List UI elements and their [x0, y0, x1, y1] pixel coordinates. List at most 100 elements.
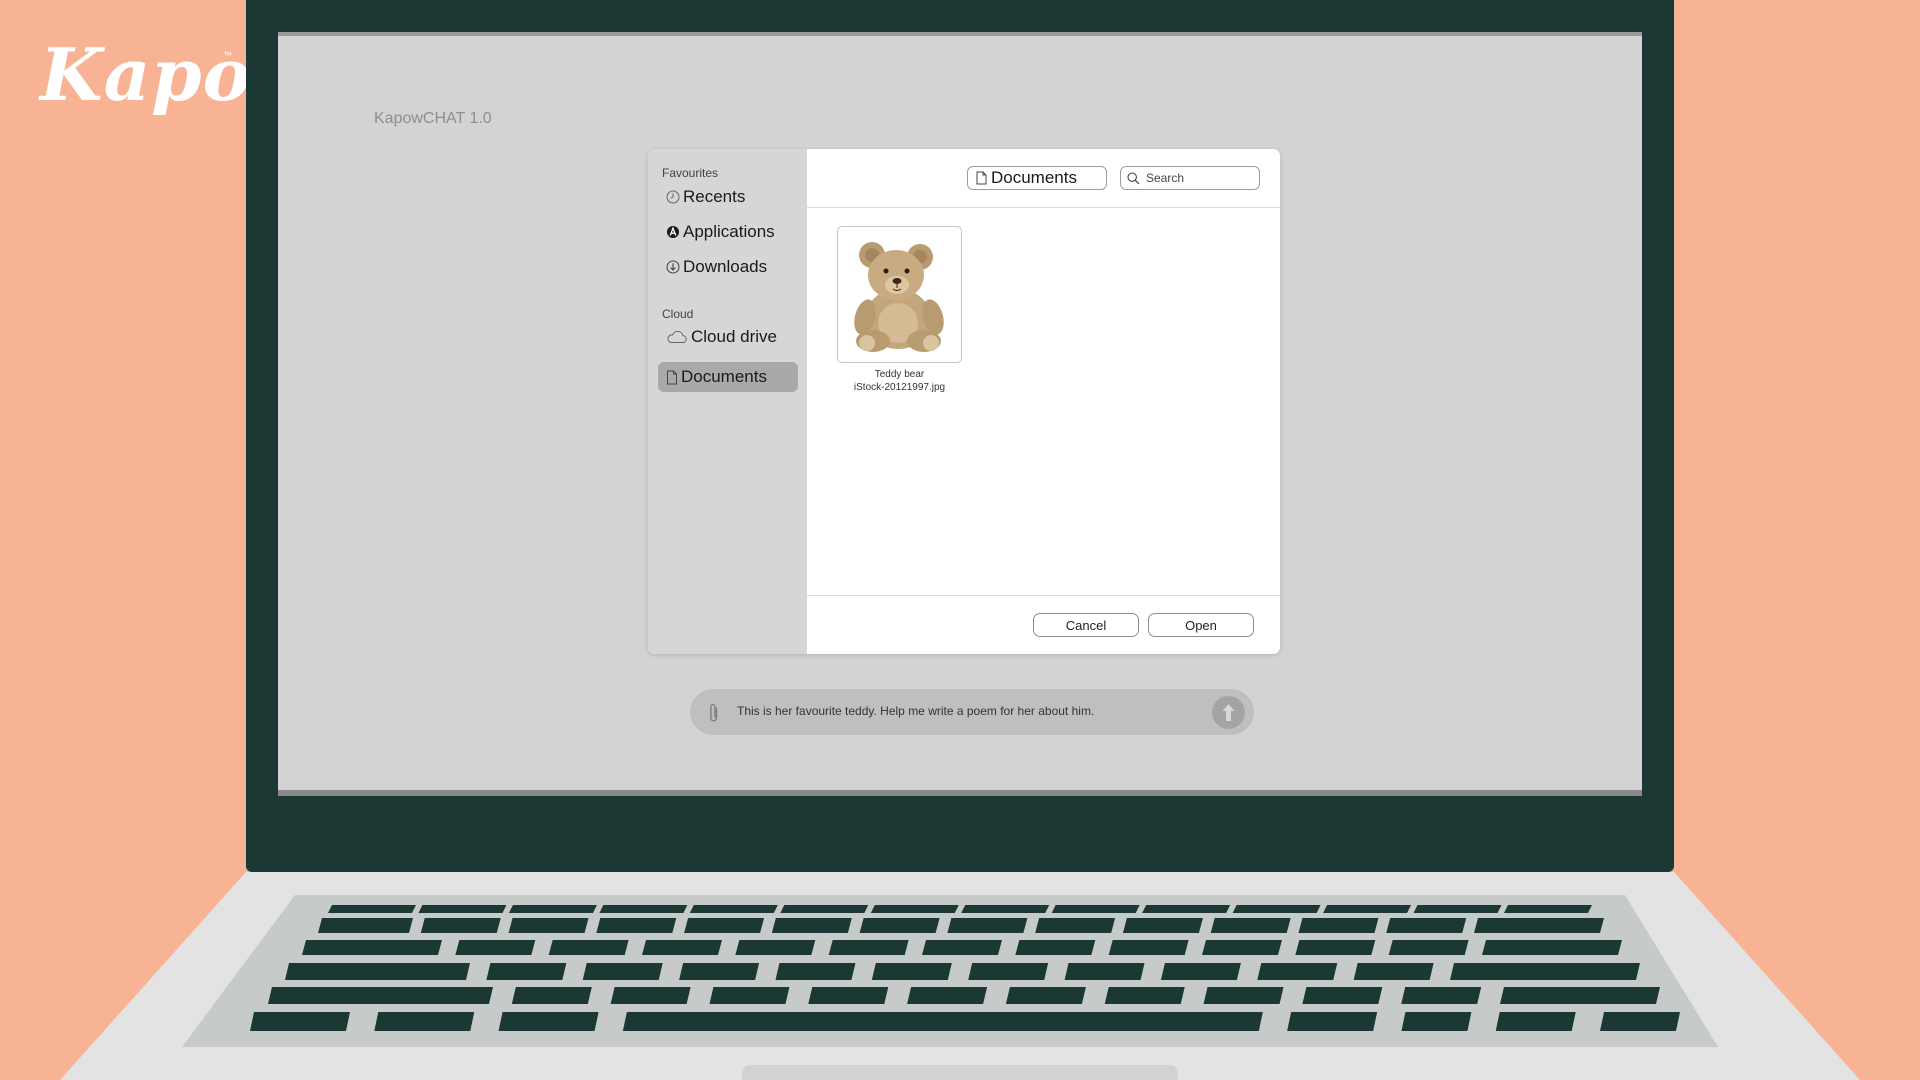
- keyboard-key: [508, 918, 589, 933]
- keyboard-key: [328, 905, 416, 913]
- keyboard-key: [1287, 1012, 1378, 1031]
- keyboard-key: [1401, 987, 1482, 1004]
- open-button[interactable]: Open: [1148, 613, 1254, 637]
- document-icon: [666, 370, 678, 385]
- keyboard-key: [1160, 963, 1241, 980]
- sidebar-item-label: Downloads: [683, 257, 768, 276]
- keyboard-key: [679, 963, 760, 980]
- file-item-teddy-bear[interactable]: Teddy bear iStock-20121997.jpg: [837, 226, 962, 394]
- file-name-line-1: Teddy bear: [874, 369, 925, 380]
- keyboard-key: [1064, 963, 1145, 980]
- keyboard-key: [285, 963, 470, 980]
- arrow-up-icon: [1222, 704, 1235, 721]
- keyboard-key: [582, 963, 663, 980]
- keyboard-key: [318, 918, 413, 933]
- keyboard-key: [610, 987, 691, 1004]
- keyboard-key: [828, 940, 909, 955]
- keyboard-key: [622, 1012, 1263, 1031]
- keyboard-key: [1450, 963, 1640, 980]
- download-icon: [666, 260, 680, 274]
- keyboard-key: [1482, 940, 1622, 955]
- keyboard-key: [511, 987, 592, 1004]
- dialog-toolbar: Documents: [807, 149, 1280, 208]
- keyboard-key: [771, 918, 852, 933]
- dialog-file-browser: Documents Search Teddy bear iStock-20121…: [807, 149, 1280, 654]
- trackpad: [742, 1065, 1178, 1080]
- keyboard-key: [599, 905, 688, 913]
- keyboard-key: [922, 940, 1002, 955]
- keyboard-key: [775, 963, 856, 980]
- keyboard-key: [1474, 918, 1604, 933]
- keyboard-key: [870, 905, 959, 913]
- cloud-icon: [666, 330, 688, 344]
- sidebar-item-label: Recents: [683, 187, 746, 206]
- keyboard-key: [1401, 1012, 1472, 1031]
- folder-path-label: Documents: [991, 168, 1077, 187]
- sidebar-section-cloud: Cloud: [662, 307, 694, 321]
- sidebar-item-documents[interactable]: Documents: [658, 362, 798, 392]
- sidebar-item-applications[interactable]: Applications: [658, 217, 798, 247]
- keyboard-key: [689, 905, 778, 913]
- keyboard-keys: [250, 905, 1680, 1031]
- keyboard-key: [1302, 987, 1383, 1004]
- search-input[interactable]: [1144, 170, 1253, 186]
- keyboard-key: [859, 918, 940, 933]
- keyboard-key: [1388, 940, 1469, 955]
- applications-icon: [666, 225, 680, 239]
- cancel-button[interactable]: Cancel: [1033, 613, 1139, 637]
- keyboard-key: [1413, 905, 1502, 913]
- laptop-screen: KapowCHAT 1.0 Favourites Recents Applica…: [278, 32, 1642, 796]
- keyboard-key: [1386, 918, 1467, 933]
- sidebar-item-label: Documents: [681, 367, 767, 386]
- sidebar-item-cloud-drive[interactable]: Cloud drive: [658, 322, 798, 352]
- send-button[interactable]: [1212, 696, 1245, 729]
- document-icon: [976, 171, 987, 185]
- file-name-line-2: iStock-20121997.jpg: [853, 382, 946, 393]
- keyboard-key: [709, 987, 790, 1004]
- keyboard-key: [1232, 905, 1321, 913]
- keyboard-key: [250, 1012, 350, 1031]
- keyboard-key: [684, 918, 765, 933]
- clock-icon: [666, 190, 680, 204]
- sidebar-item-label: Cloud drive: [691, 327, 777, 346]
- keyboard-key: [735, 940, 816, 955]
- keyboard-key: [1504, 905, 1592, 913]
- keyboard-key: [1203, 987, 1284, 1004]
- keyboard-key: [548, 940, 629, 955]
- keyboard-key: [1298, 918, 1379, 933]
- sidebar-item-recents[interactable]: Recents: [658, 182, 798, 212]
- keyboard-key: [1108, 940, 1189, 955]
- keyboard-key: [1202, 940, 1282, 955]
- keyboard-key: [302, 940, 442, 955]
- sidebar-item-downloads[interactable]: Downloads: [658, 252, 798, 282]
- paperclip-icon[interactable]: [707, 701, 721, 725]
- keyboard-key: [808, 987, 889, 1004]
- keyboard-key: [1353, 963, 1434, 980]
- keyboard-key: [947, 918, 1028, 933]
- keyboard-key: [1104, 987, 1185, 1004]
- keyboard-key: [907, 987, 988, 1004]
- folder-path-button[interactable]: Documents: [967, 166, 1107, 190]
- keyboard-key: [486, 963, 567, 980]
- keyboard-key: [1323, 905, 1412, 913]
- teddy-bear-image: [854, 242, 944, 352]
- keyboard-key: [455, 940, 536, 955]
- dialog-footer: Cancel Open: [807, 595, 1280, 654]
- keyboard-key: [642, 940, 722, 955]
- keyboard-key: [498, 1012, 599, 1031]
- app-title: KapowCHAT 1.0: [374, 110, 492, 127]
- chat-message-text[interactable]: This is her favourite teddy. Help me wri…: [737, 704, 1094, 718]
- keyboard-key: [418, 905, 507, 913]
- keyboard-key: [780, 905, 869, 913]
- search-icon: [1127, 171, 1140, 185]
- file-thumbnail: [837, 226, 962, 363]
- keyboard-key: [268, 987, 493, 1004]
- search-box[interactable]: [1120, 166, 1260, 190]
- dialog-sidebar: Favourites Recents Applications Download…: [648, 149, 807, 654]
- chat-input-bar[interactable]: This is her favourite teddy. Help me wri…: [690, 689, 1254, 735]
- keyboard-key: [1035, 918, 1116, 933]
- keyboard-key: [1122, 918, 1203, 933]
- keyboard-key: [968, 963, 1049, 980]
- keyboard-key: [1015, 940, 1096, 955]
- keyboard-key: [420, 918, 501, 933]
